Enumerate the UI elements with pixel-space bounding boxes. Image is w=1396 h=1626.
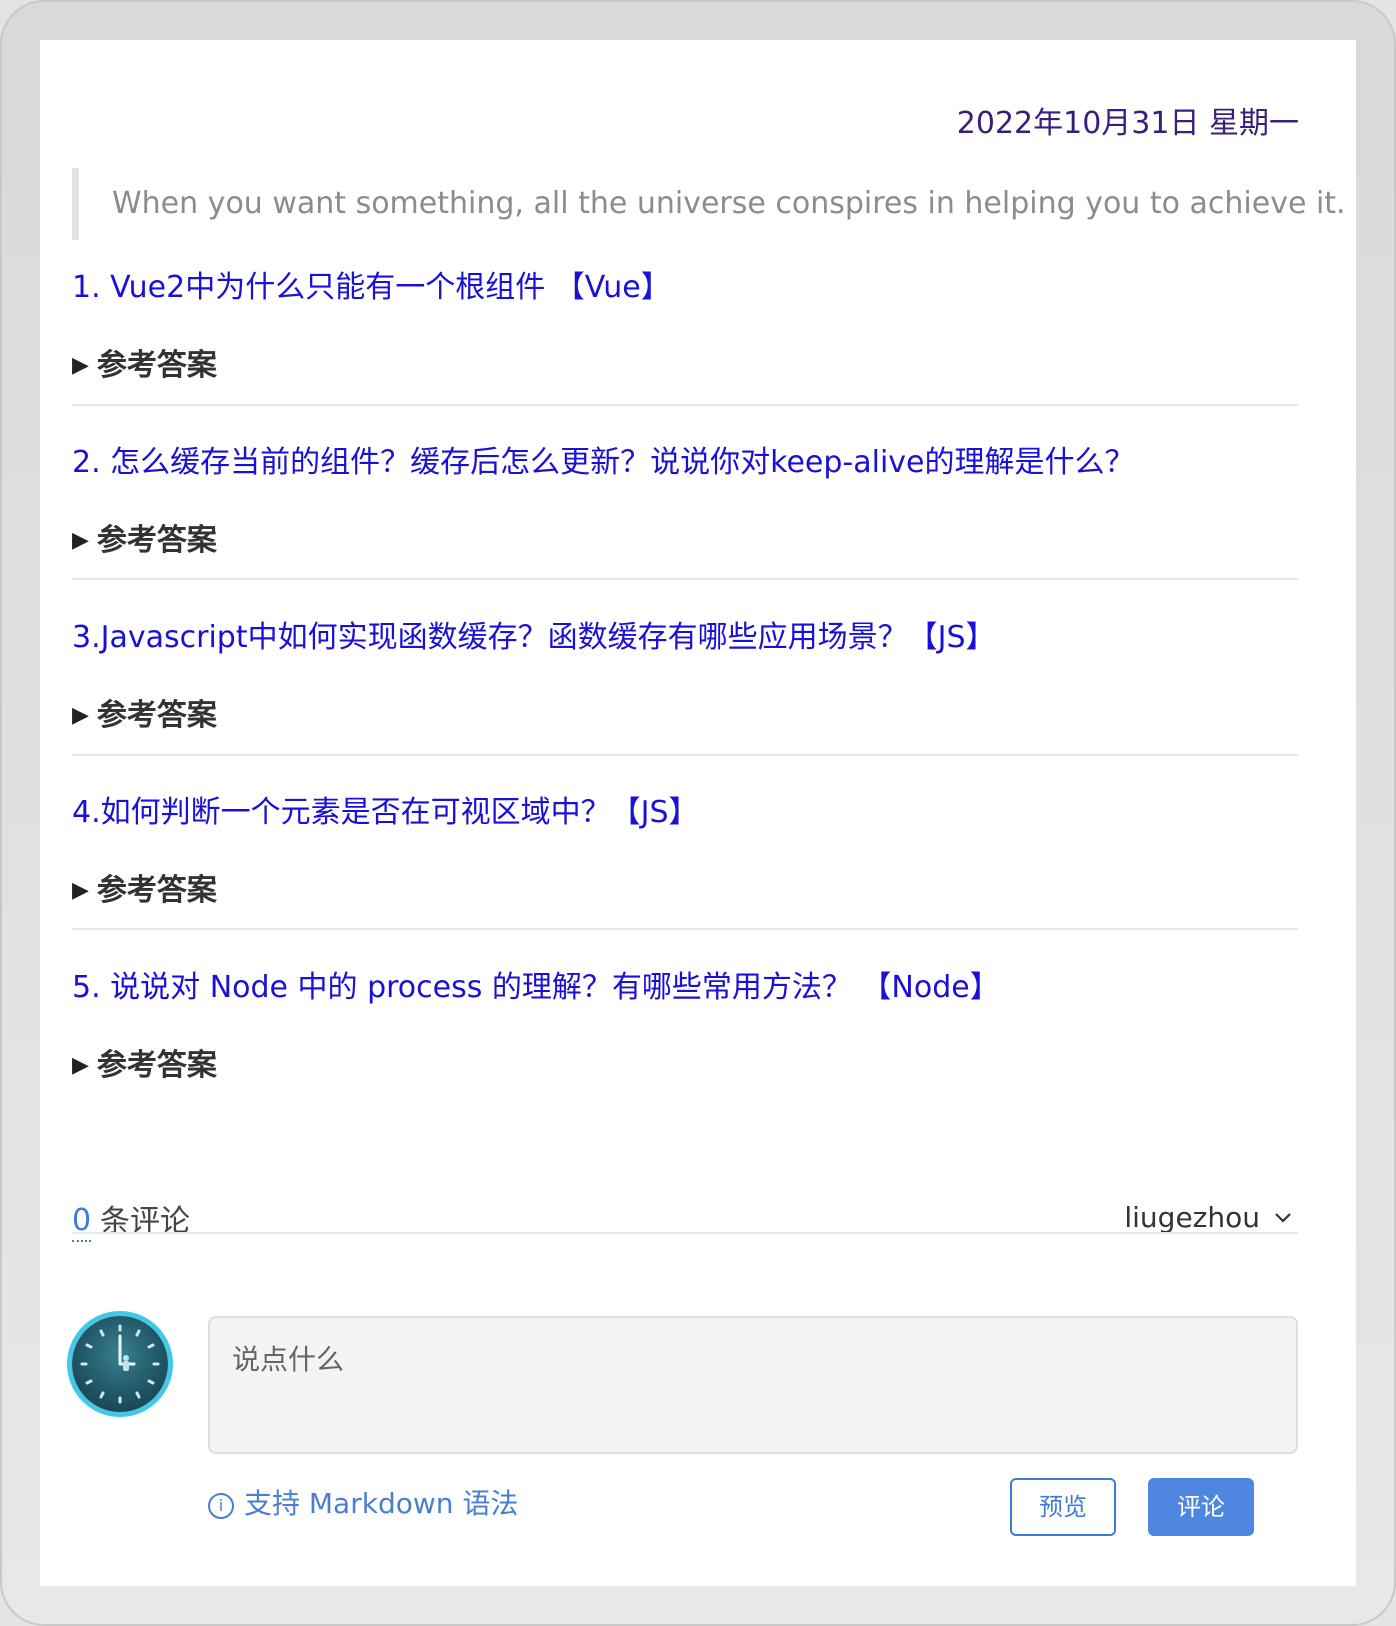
question-title[interactable]: 3.Javascript中如何实现函数缓存？函数缓存有哪些应用场景？【JS】: [72, 618, 1298, 658]
markdown-hint-text: 支持 Markdown 语法: [244, 1487, 519, 1520]
answer-toggle[interactable]: ▶ 参考答案: [72, 521, 1298, 564]
info-icon: i: [208, 1493, 234, 1519]
answer-toggle[interactable]: ▶ 参考答案: [72, 871, 1298, 914]
comments-header: 0 条评论 liugezhou: [72, 1201, 1298, 1252]
submit-comment-button[interactable]: 评论: [1148, 1478, 1254, 1536]
divider: [72, 578, 1298, 580]
question-block: 4.如何判断一个元素是否在可视区域中？【JS】 ▶ 参考答案: [72, 793, 1298, 914]
post-date: 2022年10月31日 星期一: [956, 106, 1299, 141]
triangle-right-icon: ▶: [72, 1053, 89, 1078]
question-block: 3.Javascript中如何实现函数缓存？函数缓存有哪些应用场景？【JS】 ▶…: [72, 618, 1298, 739]
answer-label: 参考答案: [96, 1048, 217, 1083]
comment-count[interactable]: 0: [72, 1202, 92, 1242]
question-block: 1. Vue2中为什么只能有一个根组件 【Vue】 ▶ 参考答案: [72, 268, 1298, 389]
divider: [72, 928, 1298, 930]
chevron-down-icon: [1274, 1195, 1292, 1235]
preview-button[interactable]: 预览: [1010, 1478, 1116, 1536]
triangle-right-icon: ▶: [72, 353, 89, 378]
content-card: 2022年10月31日 星期一 When you want something,…: [40, 40, 1356, 1586]
answer-toggle[interactable]: ▶ 参考答案: [72, 346, 1298, 389]
question-block: 5. 说说对 Node 中的 process 的理解？有哪些常用方法？ 【Nod…: [72, 968, 1298, 1089]
triangle-right-icon: ▶: [72, 878, 89, 903]
clock-avatar-icon: [80, 1324, 160, 1404]
triangle-right-icon: ▶: [72, 528, 89, 553]
answer-label: 参考答案: [96, 523, 217, 558]
question-title[interactable]: 2. 怎么缓存当前的组件？缓存后怎么更新？说说你对keep-alive的理解是什…: [72, 443, 1298, 483]
comments-divider: [72, 1232, 1298, 1234]
user-avatar: [72, 1316, 168, 1412]
username: liugezhou: [1124, 1201, 1260, 1234]
question-title[interactable]: 4.如何判断一个元素是否在可视区域中？【JS】: [72, 793, 1298, 833]
divider: [72, 754, 1298, 756]
blockquote: When you want something, all the univers…: [72, 168, 1346, 240]
answer-label: 参考答案: [96, 348, 217, 383]
markdown-hint[interactable]: i 支持 Markdown 语法: [208, 1484, 518, 1524]
question-block: 2. 怎么缓存当前的组件？缓存后怎么更新？说说你对keep-alive的理解是什…: [72, 443, 1298, 564]
question-title[interactable]: 5. 说说对 Node 中的 process 的理解？有哪些常用方法？ 【Nod…: [72, 968, 1298, 1008]
divider: [72, 404, 1298, 406]
answer-toggle[interactable]: ▶ 参考答案: [72, 696, 1298, 739]
question-title[interactable]: 1. Vue2中为什么只能有一个根组件 【Vue】: [72, 268, 1298, 308]
answer-label: 参考答案: [96, 698, 217, 733]
comment-input[interactable]: [208, 1316, 1298, 1454]
comment-count-label: 条评论: [100, 1204, 190, 1239]
answer-label: 参考答案: [96, 873, 217, 908]
triangle-right-icon: ▶: [72, 703, 89, 728]
answer-toggle[interactable]: ▶ 参考答案: [72, 1046, 1298, 1089]
